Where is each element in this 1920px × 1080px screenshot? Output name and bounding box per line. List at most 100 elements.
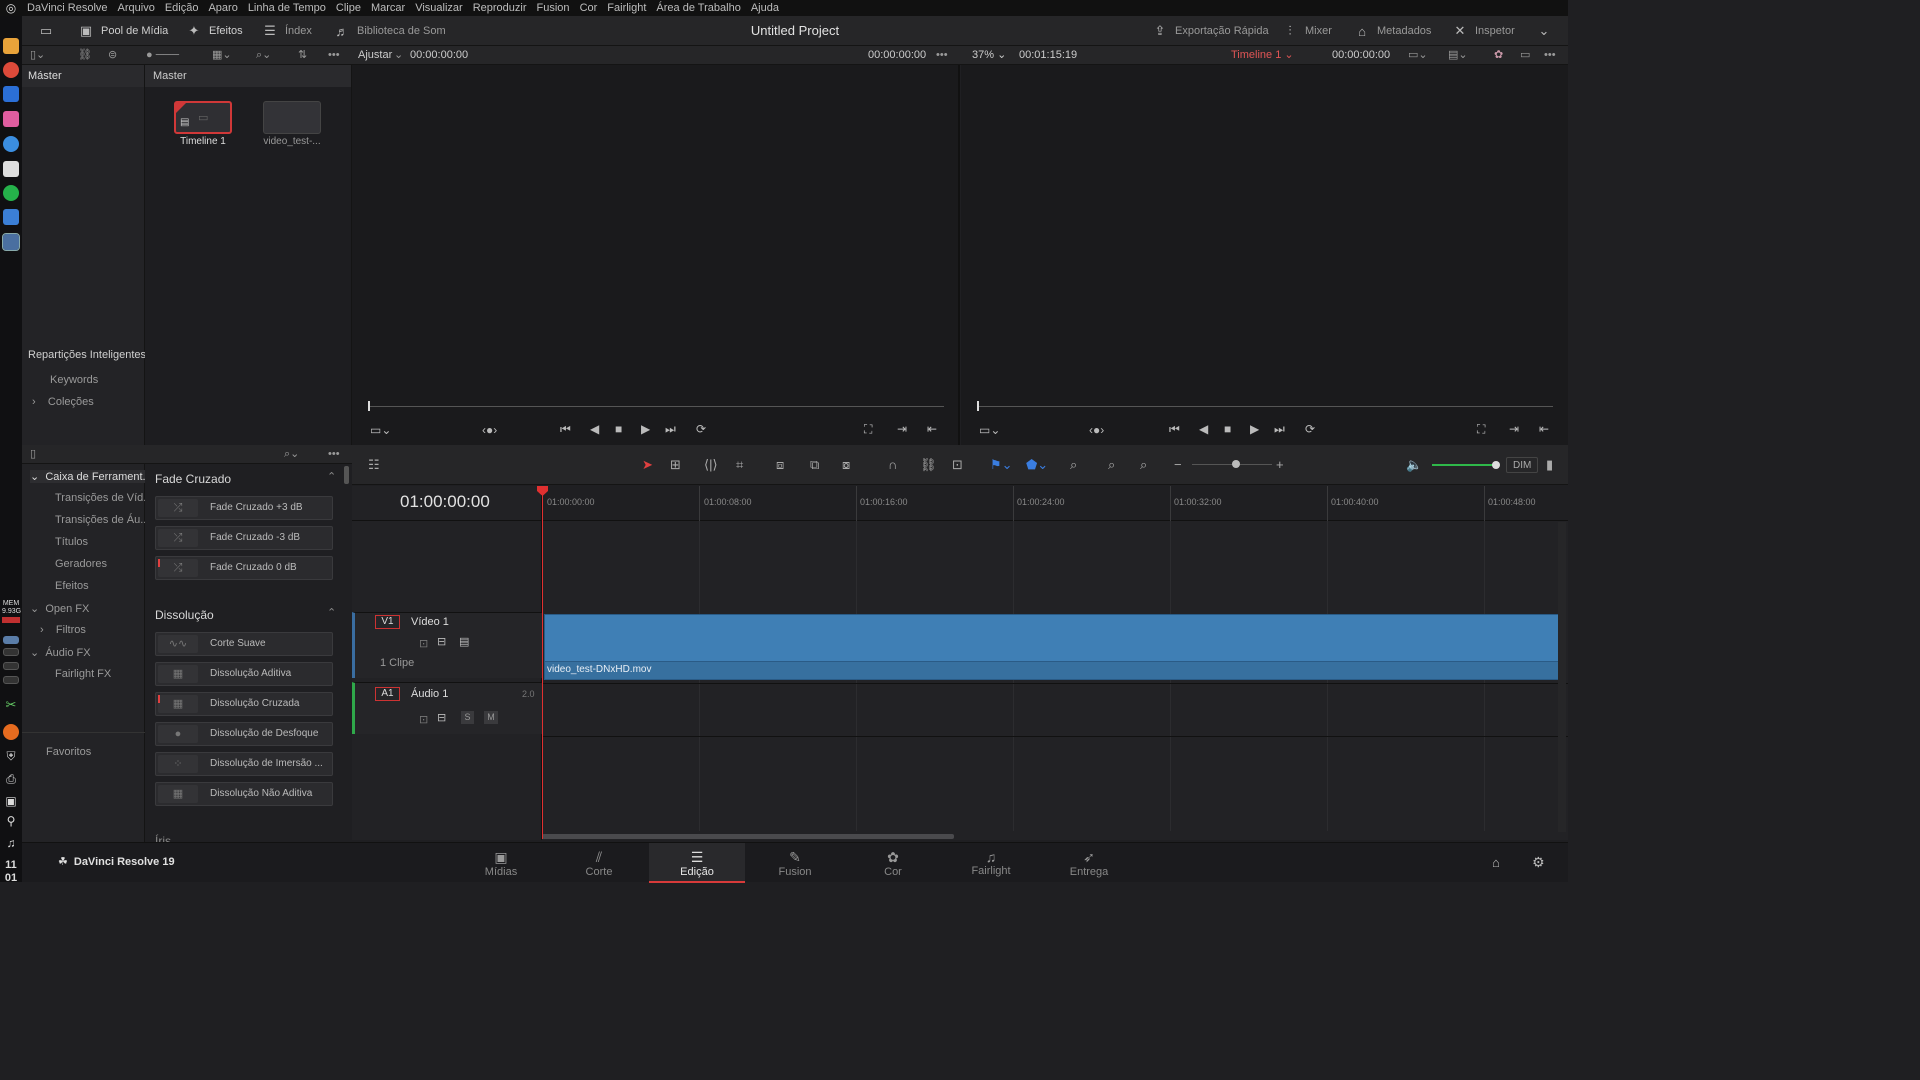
next-edit-icon[interactable]: ⇥ xyxy=(1509,422,1519,436)
mark-in-icon[interactable]: ⇤ xyxy=(927,422,937,436)
search-icon[interactable]: ⌕⌄ xyxy=(256,46,271,65)
settings-gear-icon[interactable]: ⚙ xyxy=(1532,854,1545,871)
stop-icon[interactable]: ■ xyxy=(615,422,622,436)
menu-view[interactable]: Visualizar xyxy=(410,0,468,16)
menu-workspace[interactable]: Área de Trabalho xyxy=(651,0,745,16)
timeline-vertical-scrollbar[interactable] xyxy=(1558,522,1566,832)
tree-toolbox[interactable]: ⌄ Caixa de Ferrament... xyxy=(30,470,153,483)
effects-button[interactable]: ✦ Efeitos xyxy=(186,16,243,46)
menu-trim[interactable]: Aparo xyxy=(203,0,242,16)
audio-meter-icon[interactable]: ▮ xyxy=(1546,445,1553,485)
page-tab-media[interactable]: ▣ Mídias xyxy=(453,843,549,883)
source-playhead[interactable] xyxy=(368,401,370,411)
go-to-end-icon[interactable]: ⏭ xyxy=(1274,422,1285,437)
source-options-icon[interactable]: ••• xyxy=(936,46,948,65)
marker-icon[interactable]: ⬟⌄ xyxy=(1026,445,1048,485)
dim-button[interactable]: DIM xyxy=(1506,457,1539,473)
thumbnail-size-slider[interactable]: ● ─── xyxy=(146,46,179,65)
inspector-button[interactable]: ✕ Inspetor xyxy=(1452,16,1515,46)
menu-edit[interactable]: Edição xyxy=(160,0,204,16)
insert-clip-icon[interactable]: ⧈ xyxy=(776,445,784,485)
play-reverse-icon[interactable]: ◀ xyxy=(1199,422,1208,436)
files-app-icon[interactable] xyxy=(3,38,19,54)
timeline-view-options-icon[interactable]: ▭⌄ xyxy=(979,423,1000,437)
viewer-zoom-select[interactable]: 37% ⌄ xyxy=(972,46,1006,65)
auto-select-icon[interactable]: ⊟ xyxy=(437,711,446,724)
music-app-icon[interactable]: ♫ xyxy=(3,836,19,852)
chevron-down-icon[interactable]: ⌄ xyxy=(394,46,403,65)
settings-app-icon[interactable] xyxy=(3,161,19,177)
dynamic-trim-icon[interactable]: ⟨|⟩ xyxy=(704,445,718,485)
scissors-app-icon[interactable]: ✂ xyxy=(3,697,19,713)
match-frame-icon[interactable]: ⛶ xyxy=(864,422,872,437)
fx-item-additive-dissolve[interactable]: ▦ Dissolução Aditiva xyxy=(155,662,333,686)
trim-tool-icon[interactable]: ⊞ xyxy=(670,445,681,485)
crossfade-header[interactable]: Fade Cruzado xyxy=(155,472,231,486)
go-to-start-icon[interactable]: ⏮ xyxy=(1169,422,1180,437)
fx-item-cross-dissolve[interactable]: ▦ Dissolução Cruzada xyxy=(155,692,333,716)
match-frame-icon[interactable]: ⛶ xyxy=(1477,422,1485,437)
go-to-start-icon[interactable]: ⏮ xyxy=(560,422,571,437)
video-clip[interactable]: video_test-DNxHD.mov xyxy=(544,614,1559,680)
tree-favorites[interactable]: Favoritos xyxy=(46,746,91,758)
zoom-custom-icon[interactable]: ⌕ xyxy=(1140,445,1147,485)
volume-slider[interactable] xyxy=(1432,464,1496,466)
timeline-thumbnail[interactable]: ▤ ▭ xyxy=(174,101,232,134)
more-options-icon[interactable]: ••• xyxy=(328,46,340,65)
panel-toggle-icon[interactable]: ▯ xyxy=(30,445,36,464)
solo-button[interactable]: S xyxy=(461,711,474,724)
menu-fusion[interactable]: Fusion xyxy=(532,0,575,16)
app-badge-icon[interactable] xyxy=(3,86,19,102)
tree-video-transitions[interactable]: Transições de Víd... xyxy=(55,492,152,504)
menu-help[interactable]: Ajuda xyxy=(746,0,784,16)
tree-audio-transitions[interactable]: Transições de Áu... xyxy=(55,514,149,526)
tree-generators[interactable]: Geradores xyxy=(55,558,107,570)
page-tab-fusion[interactable]: ✎ Fusion xyxy=(747,843,843,883)
menu-timeline[interactable]: Linha de Tempo xyxy=(243,0,331,16)
color-scope-icon[interactable]: ✿ xyxy=(1494,46,1503,65)
more-options-icon[interactable]: ••• xyxy=(328,445,340,464)
paint-app-icon[interactable] xyxy=(3,111,19,127)
fx-item-crossfade-0[interactable]: ⤮ Fade Cruzado 0 dB xyxy=(155,556,333,580)
mute-button[interactable]: M xyxy=(484,711,498,724)
collections-expander[interactable]: › Coleções xyxy=(32,396,94,408)
whatsapp-app-icon[interactable] xyxy=(3,185,19,201)
loop-icon[interactable]: ⟳ xyxy=(696,422,706,436)
flag-icon[interactable]: ⚑⌄ xyxy=(990,445,1013,485)
page-tab-color[interactable]: ✿ Cor xyxy=(845,843,941,883)
overwrite-clip-icon[interactable]: ⧉ xyxy=(810,445,819,485)
dissolve-header[interactable]: Dissolução xyxy=(155,608,214,622)
timeline-scrollbar[interactable] xyxy=(542,834,954,839)
fx-item-crossfade-plus3[interactable]: ⤮ Fade Cruzado +3 dB xyxy=(155,496,333,520)
audio-track-name[interactable]: Áudio 1 xyxy=(411,688,448,700)
timeline-area[interactable]: 01:00:00:00 01:00:08:00 01:00:16:00 01:0… xyxy=(542,486,1568,840)
auto-select-icon[interactable]: ⊟ xyxy=(437,635,446,648)
calculator-app-icon[interactable]: ▣ xyxy=(3,794,19,810)
video-track-header[interactable]: V1 Vídeo 1 ⊡ ⊟ ▤ 1 Clipe xyxy=(352,612,542,678)
fx-item-non-additive-dissolve[interactable]: ▦ Dissolução Não Aditiva xyxy=(155,782,333,806)
selection-tool-icon[interactable]: ➤ xyxy=(642,445,653,485)
quick-export-button[interactable]: ⇪ Exportação Rápida xyxy=(1152,16,1269,46)
mixer-button[interactable]: ⫶ Mixer xyxy=(1282,16,1332,46)
tree-filters[interactable]: › Filtros xyxy=(40,624,86,636)
video-track-name[interactable]: Vídeo 1 xyxy=(411,616,449,628)
index-button[interactable]: ☰ Índex xyxy=(262,16,312,46)
jog-wheel-icon[interactable]: ‹●› xyxy=(1089,423,1104,437)
chevron-up-icon[interactable]: ⌃ xyxy=(327,606,336,619)
tree-open-fx[interactable]: ⌄ Open FX xyxy=(30,602,89,615)
source-scrubber[interactable] xyxy=(368,406,944,407)
jog-wheel-icon[interactable]: ‹●› xyxy=(482,423,497,437)
zoom-detail-icon[interactable]: ⌕ xyxy=(1108,445,1115,485)
smart-bin-keywords[interactable]: Keywords xyxy=(50,374,98,386)
browser-app-icon[interactable] xyxy=(3,136,19,152)
fx-item-crossfade-minus3[interactable]: ⤮ Fade Cruzado -3 dB xyxy=(155,526,333,550)
blade-tool-icon[interactable]: ⌗ xyxy=(736,445,743,485)
home-icon[interactable]: ⌂ xyxy=(1492,855,1500,870)
grid-view-icon[interactable]: ▦⌄ xyxy=(212,46,232,65)
firefox-app-icon[interactable] xyxy=(3,724,19,740)
timeline-name-select[interactable]: Timeline 1 ⌄ xyxy=(1231,46,1294,65)
menu-file[interactable]: Arquivo xyxy=(113,0,160,16)
mark-out-icon[interactable]: ⇥ xyxy=(897,422,907,436)
sort-icon[interactable]: ⇅ xyxy=(298,46,307,65)
prev-edit-icon[interactable]: ⇤ xyxy=(1539,422,1549,436)
